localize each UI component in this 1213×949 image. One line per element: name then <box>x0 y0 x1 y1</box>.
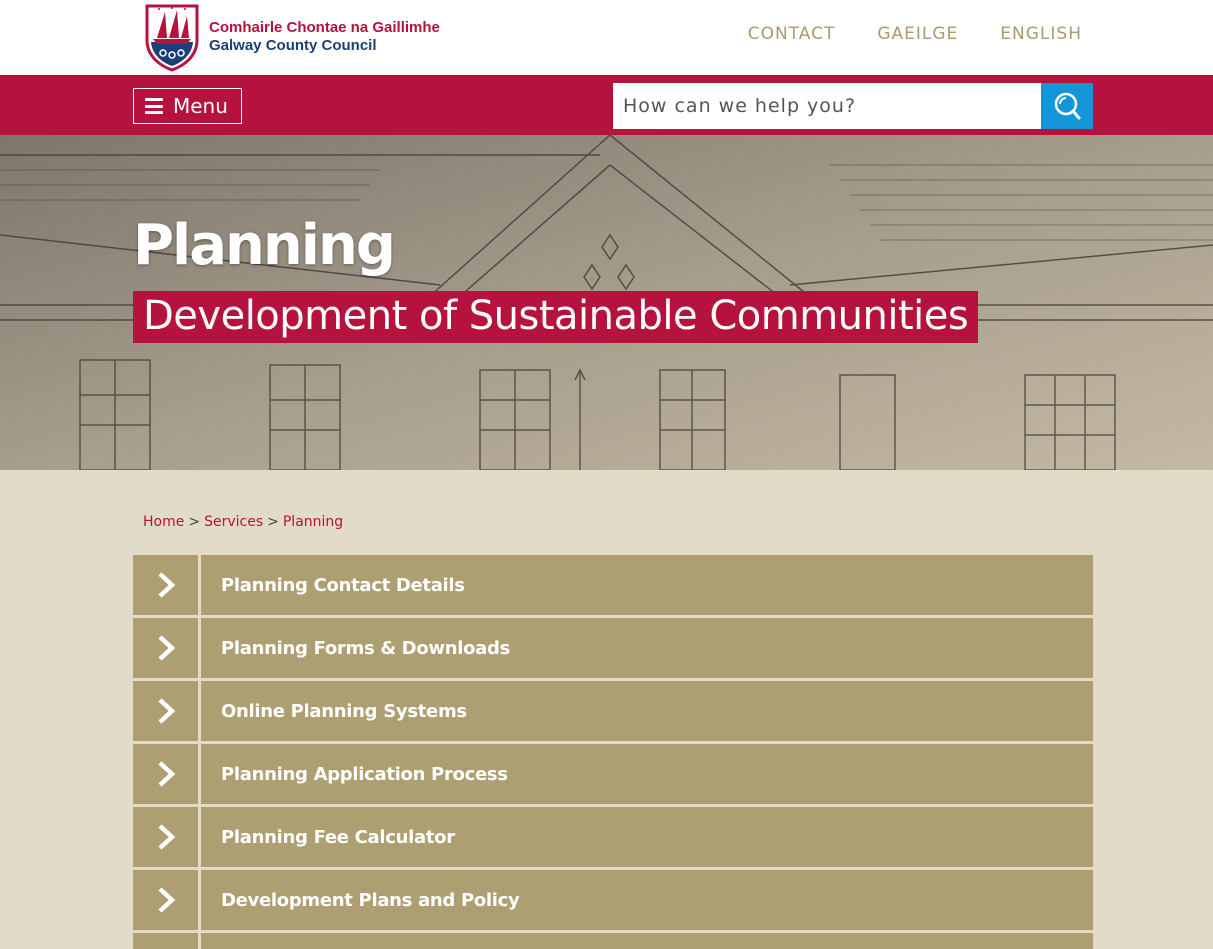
list-item[interactable]: Development Plans and Policy <box>133 870 1093 930</box>
breadcrumb-planning[interactable]: Planning <box>283 514 343 530</box>
council-logo[interactable]: Comhairle Chontae na Gaillimhe Galway Co… <box>143 2 440 72</box>
page-title: Planning <box>133 213 396 278</box>
contact-link[interactable]: CONTACT <box>748 24 836 44</box>
list-item-label: Planning Application Process <box>201 744 1093 804</box>
breadcrumb: Home > Services > Planning <box>143 514 343 530</box>
site-header: Comhairle Chontae na Gaillimhe Galway Co… <box>0 0 1213 75</box>
hamburger-icon <box>145 98 163 114</box>
hero-banner: Planning Development of Sustainable Comm… <box>0 135 1213 470</box>
search-input[interactable] <box>613 83 1041 129</box>
logo-english-name: Galway County Council <box>209 37 377 54</box>
english-link[interactable]: ENGLISH <box>1000 24 1082 44</box>
chevron-right-icon <box>133 681 198 741</box>
chevron-right-icon <box>133 807 198 867</box>
search-bar <box>613 83 1093 129</box>
menu-label: Menu <box>173 94 228 118</box>
planning-links-list: Planning Contact Details Planning Forms … <box>133 555 1093 949</box>
list-item[interactable]: Online Planning Systems <box>133 681 1093 741</box>
chevron-right-icon <box>133 555 198 615</box>
page-subtitle: Development of Sustainable Communities <box>133 291 979 343</box>
list-item[interactable] <box>133 933 1093 949</box>
chevron-right-icon <box>133 618 198 678</box>
list-item[interactable]: Planning Contact Details <box>133 555 1093 615</box>
list-item-label: Planning Forms & Downloads <box>201 618 1093 678</box>
breadcrumb-separator: > <box>267 514 279 530</box>
crest-icon <box>145 4 199 72</box>
menu-button[interactable]: Menu <box>133 88 242 124</box>
logo-text: Comhairle Chontae na Gaillimhe Galway Co… <box>209 19 440 55</box>
breadcrumb-separator: > <box>188 514 201 530</box>
list-item[interactable]: Planning Application Process <box>133 744 1093 804</box>
list-item[interactable]: Planning Forms & Downloads <box>133 618 1093 678</box>
nav-bar: Menu <box>0 75 1213 135</box>
list-item-label: Planning Fee Calculator <box>201 807 1093 867</box>
chevron-right-icon <box>133 870 198 930</box>
search-icon <box>1054 92 1081 120</box>
logo-irish-name: Comhairle Chontae na Gaillimhe <box>209 19 440 36</box>
breadcrumb-home[interactable]: Home <box>143 514 184 530</box>
list-item-label <box>201 933 1093 949</box>
list-item-label: Development Plans and Policy <box>201 870 1093 930</box>
list-item-label: Online Planning Systems <box>201 681 1093 741</box>
chevron-right-icon <box>133 933 198 949</box>
list-item-label: Planning Contact Details <box>201 555 1093 615</box>
gaeilge-link[interactable]: GAEILGE <box>877 24 958 44</box>
chevron-right-icon <box>133 744 198 804</box>
list-item[interactable]: Planning Fee Calculator <box>133 807 1093 867</box>
top-links: CONTACT GAEILGE ENGLISH <box>706 24 1082 44</box>
search-button[interactable] <box>1041 83 1093 129</box>
breadcrumb-services[interactable]: Services <box>204 514 263 530</box>
